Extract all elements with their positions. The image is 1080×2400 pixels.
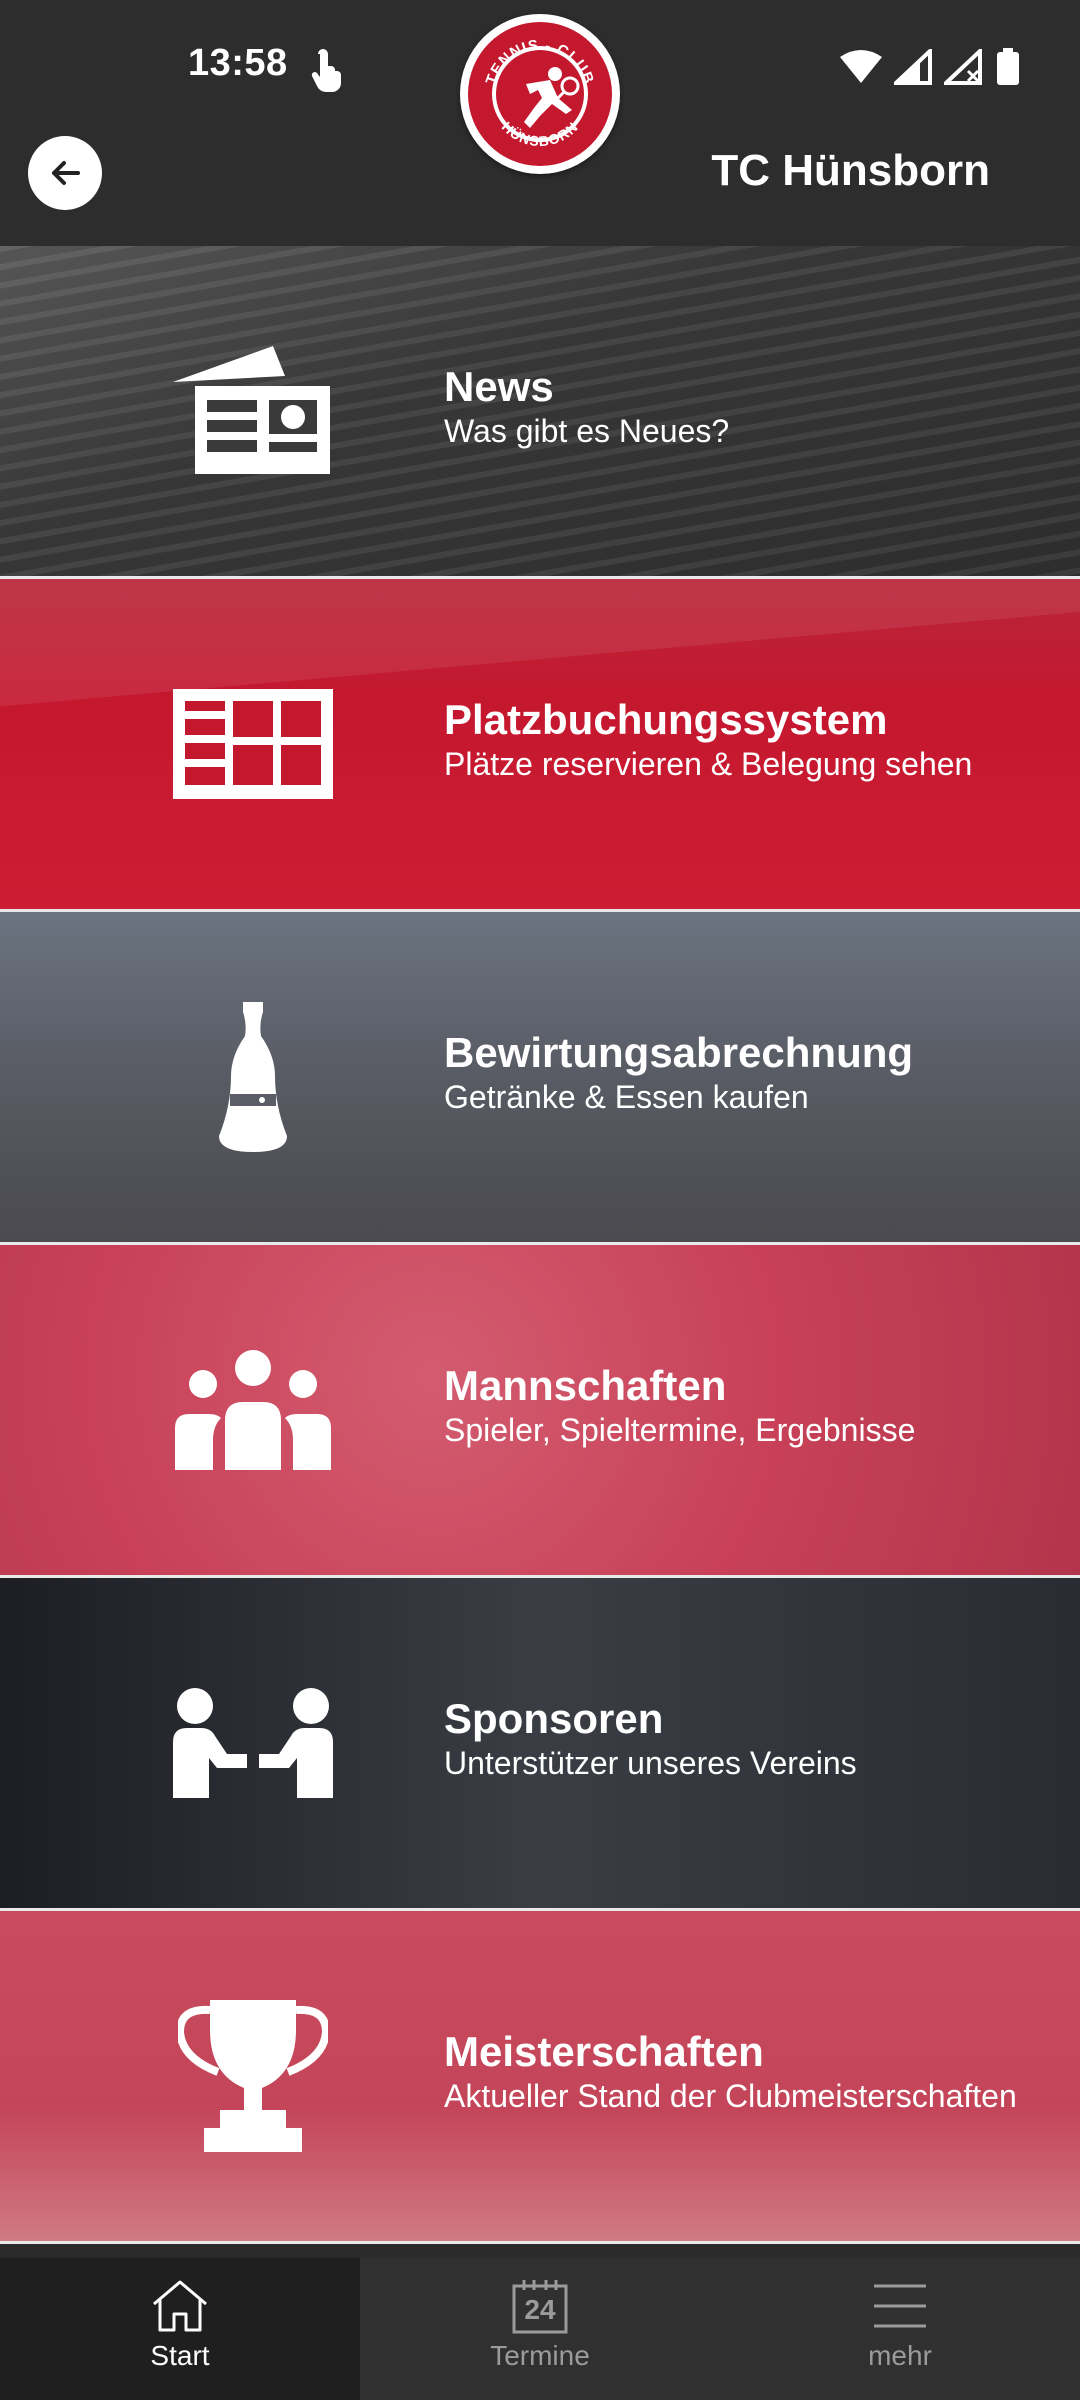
tile-title: Bewirtungsabrechnung: [444, 1029, 914, 1076]
tile-news-text: News Was gibt es Neues?: [444, 364, 729, 452]
tile-subtitle: Getränke & Essen kaufen: [444, 1079, 809, 1115]
tile-subtitle: Spieler, Spieltermine, Ergebnisse: [444, 1412, 916, 1448]
status-time: 13:58: [188, 42, 288, 84]
newspaper-icon: [170, 336, 335, 486]
calendar-day: 24: [524, 2294, 556, 2325]
nav-start[interactable]: Start: [0, 2258, 360, 2400]
tile-teams-text: Mannschaften Spieler, Spieltermine, Erge…: [444, 1363, 915, 1451]
tile-catering-text: Bewirtungsabrechnung Getränke & Essen ka…: [444, 1030, 913, 1118]
nav-label: Start: [150, 2340, 210, 2371]
tile-title: Sponsoren: [444, 1695, 664, 1742]
tile-catering[interactable]: Bewirtungsabrechnung Getränke & Essen ka…: [0, 912, 1080, 1242]
tile-championships[interactable]: Meisterschaften Aktueller Stand der Club…: [0, 1911, 1080, 2241]
divider: [0, 2241, 1080, 2244]
home-icon: [153, 2280, 207, 2332]
wifi-icon: [840, 50, 882, 83]
team-icon: [170, 1335, 335, 1485]
handshake-icon: [170, 1668, 335, 1818]
tile-title: Mannschaften: [444, 1362, 727, 1409]
tile-sponsors-text: Sponsoren Unterstützer unseres Vereins: [444, 1696, 857, 1784]
tile-court-booking-text: Platzbuchungssystem Plätze reservieren &…: [444, 697, 972, 785]
tile-sponsors[interactable]: Sponsoren Unterstützer unseres Vereins: [0, 1578, 1080, 1908]
signal-x-icon: [944, 49, 982, 85]
nav-label: mehr: [868, 2340, 932, 2371]
tile-news[interactable]: News Was gibt es Neues?: [0, 246, 1080, 576]
nav-label: Termine: [490, 2340, 590, 2371]
tile-court-booking[interactable]: Platzbuchungssystem Plätze reservieren &…: [0, 579, 1080, 909]
menu-icon: [874, 2284, 926, 2328]
tile-subtitle: Plätze reservieren & Belegung sehen: [444, 746, 973, 782]
tile-subtitle: Was gibt es Neues?: [444, 413, 730, 449]
tile-title: Platzbuchungssystem: [444, 696, 888, 743]
bottle-icon: [170, 1002, 335, 1152]
tile-subtitle: Aktueller Stand der Clubmeisterschaften: [444, 2078, 1017, 2114]
tile-teams[interactable]: Mannschaften Spieler, Spieltermine, Erge…: [0, 1245, 1080, 1575]
club-logo: TENNIS - CLUB HÜNSBORN: [460, 14, 620, 174]
tile-title: Meisterschaften: [444, 2028, 764, 2075]
status-icons: [840, 48, 1020, 86]
trophy-icon: [170, 1991, 335, 2161]
touch-icon: [311, 49, 341, 92]
nav-termine[interactable]: 24 Termine: [360, 2258, 720, 2400]
bottom-navigation: Start 24 Termine mehr: [0, 2258, 1080, 2400]
back-button[interactable]: [28, 136, 102, 210]
tennis-court-icon: [170, 669, 335, 819]
battery-icon: [997, 48, 1019, 85]
tile-title: News: [444, 363, 554, 410]
tile-championships-text: Meisterschaften Aktueller Stand der Club…: [444, 2029, 1017, 2117]
arrow-left-icon: [52, 161, 80, 185]
signal-icon: [894, 49, 932, 85]
tile-subtitle: Unterstützer unseres Vereins: [444, 1745, 857, 1781]
calendar-icon: 24: [510, 2278, 570, 2334]
nav-mehr[interactable]: mehr: [720, 2258, 1080, 2400]
app-title: TC Hünsborn: [711, 146, 990, 195]
